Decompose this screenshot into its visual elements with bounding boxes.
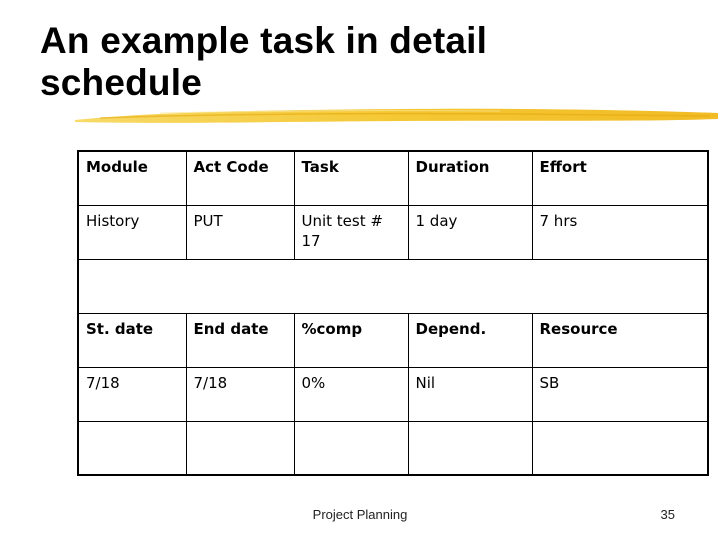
cell-empty — [293, 420, 409, 476]
cell-duration: 1 day — [407, 204, 533, 260]
header-act-code: Act Code — [185, 150, 295, 206]
cell-dependency: Nil — [407, 366, 533, 422]
cell-empty — [407, 420, 533, 476]
cell-merged-blank — [77, 258, 709, 314]
header-duration: Duration — [407, 150, 533, 206]
cell-empty — [77, 420, 187, 476]
table-merged-row — [77, 258, 709, 314]
table-row: 7/18 7/18 0% Nil SB — [77, 366, 709, 422]
cell-task: Unit test # 17 — [293, 204, 409, 260]
page-number: 35 — [660, 507, 675, 522]
title-line-2: schedule — [40, 62, 202, 103]
cell-effort: 7 hrs — [531, 204, 709, 260]
header-resource: Resource — [531, 312, 709, 368]
title-line-1: An example task in detail — [40, 20, 488, 61]
cell-empty — [185, 420, 295, 476]
header-percent-complete: %comp — [293, 312, 409, 368]
table-header-row-2: St. date End date %comp Depend. Resource — [77, 312, 709, 368]
header-effort: Effort — [531, 150, 709, 206]
slide-footer: Project Planning — [312, 507, 408, 522]
cell-end-date: 7/18 — [185, 366, 295, 422]
header-dependency: Depend. — [407, 312, 533, 368]
header-module: Module — [77, 150, 187, 206]
cell-module: History — [77, 204, 187, 260]
slide-title: An example task in detail schedule — [40, 20, 487, 104]
table-row-empty — [77, 420, 709, 476]
task-schedule-table: Module Act Code Task Duration Effort His… — [77, 150, 709, 476]
cell-act-code: PUT — [185, 204, 295, 260]
cell-start-date: 7/18 — [77, 366, 187, 422]
table-header-row: Module Act Code Task Duration Effort — [77, 150, 709, 206]
cell-percent-complete: 0% — [293, 366, 409, 422]
header-end-date: End date — [185, 312, 295, 368]
cell-empty — [531, 420, 709, 476]
header-start-date: St. date — [77, 312, 187, 368]
cell-resource: SB — [531, 366, 709, 422]
header-task: Task — [293, 150, 409, 206]
brush-stroke-divider — [75, 108, 718, 123]
table-row: History PUT Unit test # 17 1 day 7 hrs — [77, 204, 709, 260]
